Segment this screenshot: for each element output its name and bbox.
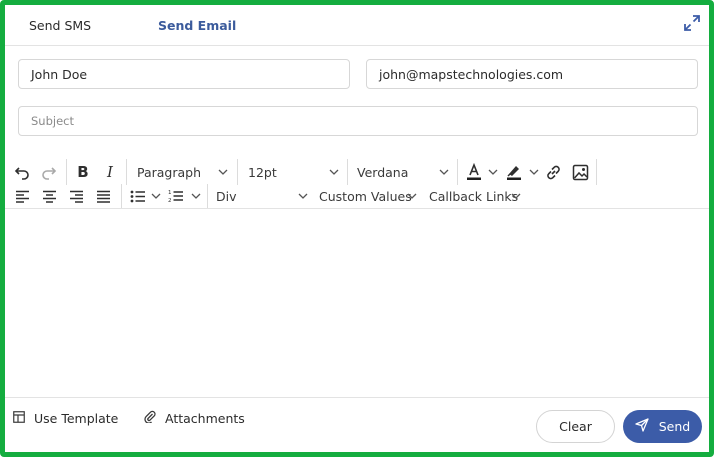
expand-icon[interactable] — [683, 14, 701, 32]
text-color-icon[interactable] — [464, 161, 484, 183]
image-icon[interactable] — [570, 161, 590, 183]
toolbar-divider — [207, 184, 208, 208]
link-icon[interactable] — [543, 161, 563, 183]
chevron-down-icon[interactable] — [488, 161, 498, 183]
template-icon — [13, 410, 25, 426]
block-format-select[interactable]: Paragraph — [137, 161, 201, 183]
send-icon — [635, 418, 649, 435]
clear-label: Clear — [559, 419, 592, 434]
chevron-down-icon[interactable] — [407, 185, 417, 207]
subject-placeholder: Subject — [31, 114, 74, 128]
subject-field[interactable]: Subject — [18, 106, 698, 136]
align-justify-icon[interactable] — [93, 185, 113, 207]
toolbar-divider — [237, 159, 238, 185]
recipient-email-field[interactable]: john@mapstechnologies.com — [366, 59, 698, 89]
font-family-select[interactable]: Verdana — [357, 161, 408, 183]
container-value: Div — [216, 188, 237, 204]
font-family-value: Verdana — [357, 164, 409, 180]
chevron-down-icon[interactable] — [191, 185, 201, 207]
font-size-value: 12pt — [248, 164, 277, 180]
toolbar-divider — [596, 159, 597, 185]
bold-icon[interactable]: B — [73, 161, 93, 183]
recipient-name-field[interactable]: John Doe — [18, 59, 350, 89]
clear-button[interactable]: Clear — [536, 410, 615, 443]
chevron-down-icon[interactable] — [329, 161, 339, 183]
tab-send-email[interactable]: Send Email — [158, 18, 236, 33]
use-template-button[interactable]: Use Template — [13, 410, 118, 426]
paperclip-icon — [144, 410, 156, 426]
align-left-icon[interactable] — [12, 185, 32, 207]
chevron-down-icon[interactable] — [439, 161, 449, 183]
use-template-label: Use Template — [34, 410, 119, 426]
chevron-down-icon[interactable] — [529, 161, 539, 183]
align-center-icon[interactable] — [39, 185, 59, 207]
chevron-down-icon[interactable] — [298, 185, 308, 207]
footer-divider — [5, 397, 709, 398]
font-size-select[interactable]: 12pt — [248, 161, 277, 183]
toolbar-divider — [347, 159, 348, 185]
italic-icon[interactable]: I — [100, 161, 120, 183]
numbered-list-icon[interactable]: 12 — [166, 185, 186, 207]
chevron-down-icon[interactable] — [151, 185, 161, 207]
attachments-button[interactable]: Attachments — [144, 410, 245, 426]
svg-text:2: 2 — [168, 198, 172, 203]
undo-icon[interactable] — [12, 161, 32, 183]
redo-icon[interactable] — [39, 161, 59, 183]
tab-send-sms[interactable]: Send SMS — [29, 18, 91, 33]
attachments-label: Attachments — [165, 410, 245, 426]
recipient-email-value: john@mapstechnologies.com — [379, 66, 564, 82]
custom-values-label: Custom Values — [319, 188, 412, 204]
toolbar-divider — [121, 184, 122, 208]
bullet-list-icon[interactable] — [128, 185, 148, 207]
send-button[interactable]: Send — [623, 410, 702, 443]
chevron-down-icon[interactable] — [511, 185, 521, 207]
callback-links-menu[interactable]: Callback Links — [429, 185, 518, 207]
composer-tabs: Send SMS Send Email — [5, 5, 709, 46]
toolbar-divider — [66, 159, 67, 185]
svg-text:1: 1 — [168, 190, 172, 196]
chevron-down-icon[interactable] — [218, 161, 228, 183]
message-editor[interactable] — [5, 209, 709, 397]
callback-links-label: Callback Links — [429, 188, 519, 204]
toolbar-divider — [126, 159, 127, 185]
highlight-icon[interactable] — [504, 161, 524, 183]
send-label: Send — [658, 419, 691, 434]
align-right-icon[interactable] — [66, 185, 86, 207]
toolbar-divider — [457, 159, 458, 185]
container-select[interactable]: Div — [216, 185, 237, 207]
custom-values-menu[interactable]: Custom Values — [319, 185, 412, 207]
block-format-value: Paragraph — [137, 164, 202, 180]
recipient-name-value: John Doe — [31, 66, 88, 82]
